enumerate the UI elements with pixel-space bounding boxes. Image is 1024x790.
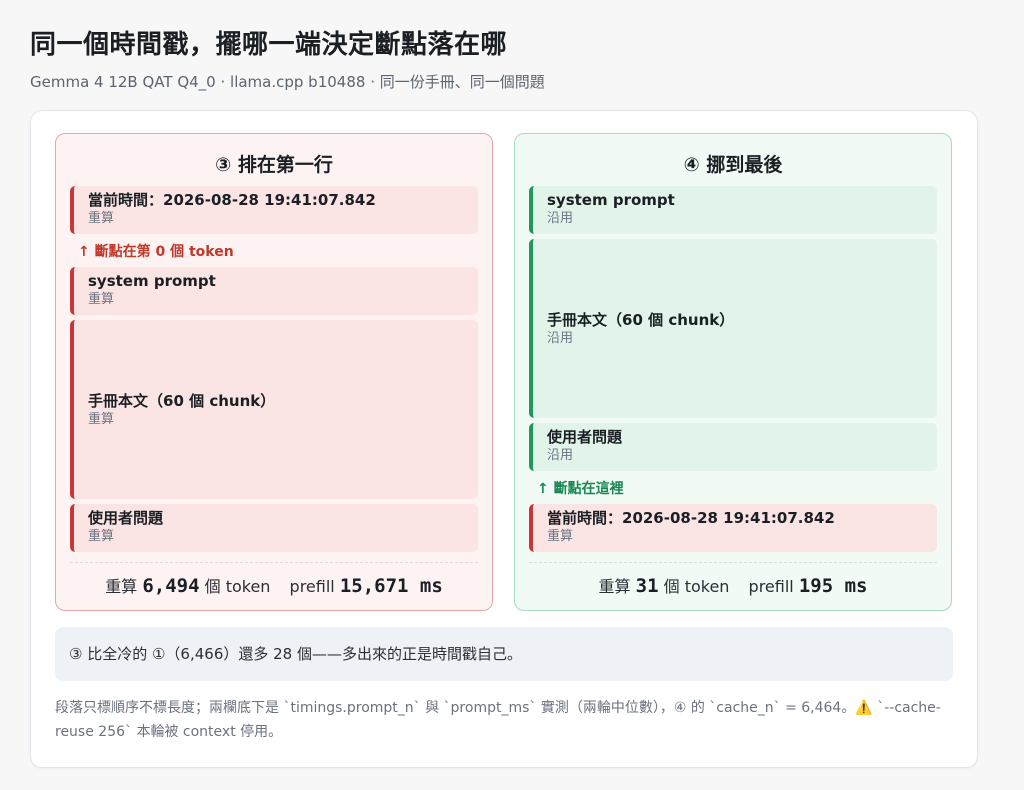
block-label: 當前時間：2026-08-28 19:41:07.842: [547, 509, 835, 527]
block-status: 沿用: [547, 448, 574, 463]
block-status: 沿用: [547, 211, 574, 226]
recompute-value: 31: [635, 575, 659, 597]
stats-row: 重算 6,494 個 token prefill 15,671 ms: [56, 573, 492, 597]
column-title: ③ 排在第一行: [215, 154, 333, 176]
block-label: system prompt: [547, 191, 675, 209]
divider: [70, 562, 478, 563]
block-system-prompt: system prompt 沿用: [529, 186, 937, 234]
recompute-label: 重算: [105, 577, 138, 596]
block-label: 手冊本文（60 個 chunk）: [88, 391, 276, 410]
block-label: 使用者問題: [88, 509, 164, 527]
block-timestamp: 當前時間：2026-08-28 19:41:07.842 重算: [529, 504, 937, 552]
block-timestamp: 當前時間：2026-08-28 19:41:07.842 重算: [70, 186, 478, 234]
column-moved-last: ④ 挪到最後 system prompt 沿用 手冊本文（60 個 chunk）…: [514, 133, 952, 611]
prefill-value: 195 ms: [798, 575, 868, 597]
breakpoint-marker: ↑ 斷點在第 0 個 token: [78, 244, 234, 260]
block-label: 使用者問題: [547, 428, 623, 446]
block-manual-body: 手冊本文（60 個 chunk） 沿用: [529, 239, 937, 418]
block-system-prompt: system prompt 重算: [70, 267, 478, 315]
block-label: system prompt: [88, 272, 216, 290]
prefill-label: prefill: [748, 577, 794, 596]
block-user-question: 使用者問題 重算: [70, 504, 478, 552]
block-manual-body: 手冊本文（60 個 chunk） 重算: [70, 320, 478, 499]
recompute-unit: 個 token: [663, 577, 730, 596]
block-status: 重算: [88, 529, 115, 544]
comparison-note: ③ 比全冷的 ①（6,466）還多 28 個——多出來的正是時間戳自己。: [55, 627, 953, 681]
column-title: ④ 挪到最後: [683, 154, 783, 176]
page: 同一個時間戳，擺哪一端決定斷點落在哪 Gemma 4 12B QAT Q4_0 …: [0, 0, 1024, 790]
page-subtitle: Gemma 4 12B QAT Q4_0 · llama.cpp b10488 …: [30, 73, 545, 91]
comparison-card: ③ 排在第一行 當前時間：2026-08-28 19:41:07.842 重算 …: [30, 110, 978, 768]
page-title: 同一個時間戳，擺哪一端決定斷點落在哪: [30, 30, 508, 60]
recompute-value: 6,494: [142, 575, 200, 597]
block-label: 當前時間：2026-08-28 19:41:07.842: [88, 191, 376, 209]
prefill-value: 15,671 ms: [339, 575, 443, 597]
block-status: 重算: [88, 411, 115, 427]
block-status: 沿用: [547, 330, 574, 346]
block-status: 重算: [547, 529, 574, 544]
block-status: 重算: [88, 292, 115, 307]
block-label: 手冊本文（60 個 chunk）: [547, 310, 735, 329]
column-first-line: ③ 排在第一行 當前時間：2026-08-28 19:41:07.842 重算 …: [55, 133, 493, 611]
block-user-question: 使用者問題 沿用: [529, 423, 937, 471]
breakpoint-marker: ↑ 斷點在這裡: [537, 481, 624, 497]
divider: [529, 562, 937, 563]
recompute-unit: 個 token: [204, 577, 271, 596]
recompute-label: 重算: [598, 577, 631, 596]
footnote: 段落只標順序不標長度；兩欄底下是 `timings.prompt_n` 與 `p…: [55, 700, 941, 740]
stats-row: 重算 31 個 token prefill 195 ms: [515, 573, 951, 597]
prefill-label: prefill: [289, 577, 335, 596]
block-status: 重算: [88, 211, 115, 226]
